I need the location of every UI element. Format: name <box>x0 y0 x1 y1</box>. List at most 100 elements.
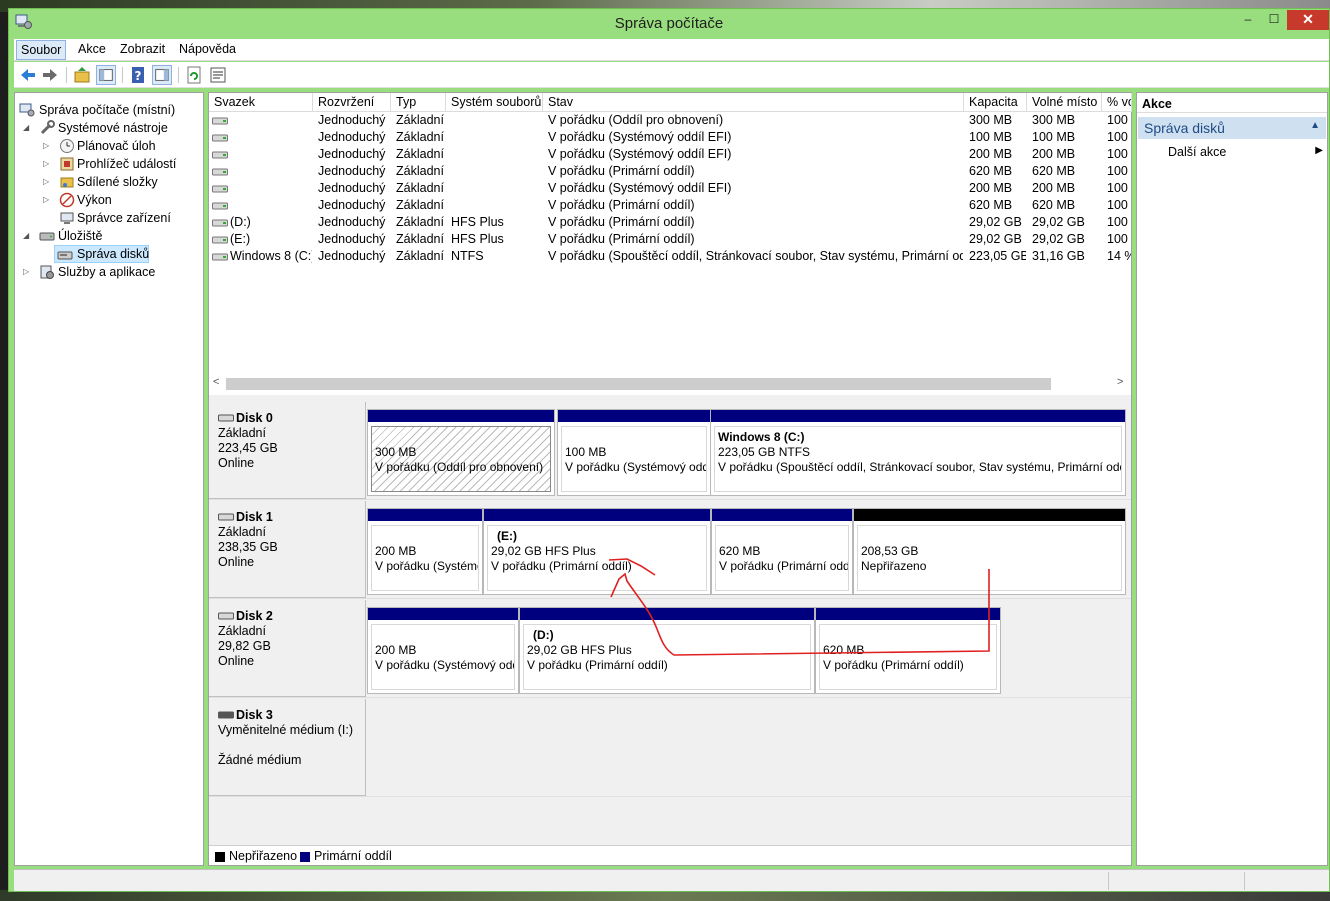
table-cell: 31,16 GB <box>1032 249 1085 263</box>
table-cell: Jednoduchý <box>318 181 386 195</box>
refresh-icon[interactable] <box>184 65 204 85</box>
expand-arrow-icon[interactable]: ▷ <box>43 191 49 209</box>
scrollbar-thumb[interactable] <box>226 378 1051 390</box>
partition-body: (D:) 29,02 GB HFS Plus V pořádku (Primární… <box>523 624 811 690</box>
partition[interactable]: 300 MB V pořádku (Oddíl pro obnovení) <box>367 409 555 496</box>
column-header[interactable]: Rozvržení <box>313 93 391 112</box>
partition[interactable]: 100 MBV pořádku (Systémový oddíl EFI) <box>557 409 711 496</box>
table-cell: 100 % <box>1107 232 1131 246</box>
table-row[interactable]: Jednoduchý Základní V pořádku (Primární od… <box>209 163 1131 180</box>
table-cell: Základní <box>396 164 444 178</box>
scroll-right-icon[interactable]: > <box>1117 376 1123 388</box>
disk-row: Disk 0 Základní 223,45 GB Online 300 MB V poř… <box>209 402 1131 500</box>
forward-arrow-icon[interactable] <box>40 65 60 85</box>
table-cell <box>230 163 312 180</box>
table-cell: Jednoduchý <box>318 249 386 263</box>
disk-label[interactable]: Disk 1 Základní 238,35 GB Online <box>209 501 366 598</box>
table-row[interactable]: Windows 8 (C:) Jednoduchý Základní NTFS V po… <box>209 248 1131 265</box>
actions-pane: Akce Správa disků ▲ Další akce ▶ <box>1136 92 1328 866</box>
partition-size: 200 MB <box>375 643 417 657</box>
toolbar-separator <box>178 67 179 83</box>
expand-arrow-icon[interactable]: ▷ <box>43 173 49 191</box>
disk-type: Základní <box>218 624 266 638</box>
collapse-up-icon[interactable]: ▲ <box>1310 120 1320 131</box>
partition[interactable]: (E:) 29,02 GB HFS Plus V pořádku (Primární… <box>483 508 711 595</box>
up-folder-icon[interactable] <box>72 65 92 85</box>
partition-type-bar <box>711 410 1125 422</box>
partition-status: V pořádku (Systémový oddíl EFI) <box>565 460 706 474</box>
table-cell: 620 MB <box>1032 164 1076 178</box>
table-cell: Základní <box>396 232 444 246</box>
show-console-tree-icon[interactable] <box>96 65 116 85</box>
maximize-button[interactable]: ☐ <box>1261 10 1287 30</box>
show-action-pane-icon[interactable] <box>152 65 172 85</box>
horizontal-scrollbar[interactable]: < > <box>209 375 1131 392</box>
column-header[interactable]: Typ <box>391 93 446 112</box>
menu-soubor[interactable]: Soubor <box>16 40 67 60</box>
volume-list: Svazek Rozvržení Typ Systém souborů Stav Kapa… <box>209 93 1132 395</box>
disk-name-text: Disk 0 <box>236 411 273 425</box>
disk-label[interactable]: Disk 0 Základní 223,45 GB Online <box>209 402 366 499</box>
partition-type-bar <box>368 410 554 422</box>
action-more-actions-label: Další akce <box>1168 145 1227 159</box>
column-header[interactable]: Kapacita <box>964 93 1027 112</box>
properties-icon[interactable] <box>208 65 228 85</box>
column-header[interactable]: % vo <box>1102 93 1132 112</box>
volume-icon <box>212 219 228 227</box>
actions-section-disk-management[interactable]: Správa disků ▲ <box>1138 117 1326 139</box>
partition-status: V pořádku (Primární oddíl) <box>491 559 632 573</box>
toolbar-separator <box>122 67 123 83</box>
column-header[interactable]: Stav <box>543 93 964 112</box>
table-cell: Základní <box>396 198 444 212</box>
table-row[interactable]: Jednoduchý Základní V pořádku (Primární od… <box>209 197 1131 214</box>
partition[interactable]: Windows 8 (C:) 223,05 GB NTFS V pořádku (S… <box>710 409 1126 496</box>
collapse-arrow-icon[interactable]: ◢ <box>23 119 29 137</box>
expand-arrow-icon[interactable]: ▷ <box>43 137 49 155</box>
tree-label-services: Služby a aplikace <box>58 265 156 279</box>
expand-arrow-icon[interactable]: ▷ <box>23 263 29 281</box>
partition[interactable]: 200 MBV pořádku (Systémový oddíl EFI) <box>367 607 519 694</box>
partition[interactable]: (D:) 29,02 GB HFS Plus V pořádku (Primární… <box>519 607 815 694</box>
menu-napoveda[interactable]: Nápověda <box>179 42 236 56</box>
table-row[interactable]: (E:) Jednoduchý Základní HFS Plus V pořádku … <box>209 231 1131 248</box>
collapse-arrow-icon[interactable]: ◢ <box>23 227 29 245</box>
scroll-left-icon[interactable]: < <box>213 376 219 388</box>
column-header[interactable]: Svazek <box>209 93 313 112</box>
volume-icon <box>212 134 228 142</box>
menu-akce[interactable]: Akce <box>78 42 106 56</box>
column-header[interactable]: Volné místo <box>1027 93 1102 112</box>
partition-title: Windows 8 (C:) <box>718 430 805 444</box>
volume-icon <box>212 185 228 193</box>
column-header[interactable]: Systém souborů <box>446 93 543 112</box>
expand-arrow-icon[interactable]: ▷ <box>43 155 49 173</box>
table-row[interactable]: Jednoduchý Základní V pořádku (Oddíl pro o… <box>209 112 1131 129</box>
partition-size: 620 MB <box>719 544 761 558</box>
table-row[interactable]: Jednoduchý Základní V pořádku (Systémový o… <box>209 146 1131 163</box>
table-row[interactable]: Jednoduchý Základní V pořádku (Systémový o… <box>209 129 1131 146</box>
disk-size: 223,45 GB <box>218 441 278 455</box>
table-row[interactable]: (D:) Jednoduchý Základní HFS Plus V pořádku … <box>209 214 1131 231</box>
disk-name: Disk 1 <box>218 510 273 524</box>
volume-icon <box>212 236 228 244</box>
partition[interactable]: 620 MB V pořádku (Primární oddíl) <box>815 607 1001 694</box>
table-cell: 300 MB <box>1032 113 1076 127</box>
partition[interactable]: 200 MBV pořádku (Systémový oddíl EFI) <box>367 508 483 595</box>
disk-label[interactable]: Disk 2 Základní 29,82 GB Online <box>209 600 366 697</box>
action-more-actions[interactable]: Další akce ▶ <box>1168 145 1323 159</box>
disk-icon <box>218 513 234 521</box>
back-arrow-icon[interactable] <box>18 65 38 85</box>
tree-item-disk-management[interactable]: Správa disků <box>54 245 149 263</box>
table-cell: Základní <box>396 249 444 263</box>
disk-label[interactable]: Disk 3 Vyměnitelné médium (I:) Žádné médiu… <box>209 699 366 796</box>
title-bar[interactable]: Správa počítače – ☐ ✕ <box>9 9 1329 39</box>
minimize-button[interactable]: – <box>1235 10 1261 30</box>
partition[interactable]: 208,53 GB Nepřiřazeno <box>853 508 1126 595</box>
menu-zobrazit[interactable]: Zobrazit <box>120 42 165 56</box>
disk-row: Disk 1 Základní 238,35 GB Online 200 MB V poř… <box>209 501 1131 599</box>
partition[interactable]: 620 MB V pořádku (Primární oddíl) <box>711 508 853 595</box>
legend: Nepřiřazeno Primární oddíl <box>209 845 1131 865</box>
disk-type: Základní <box>218 426 266 440</box>
help-icon[interactable]: ? <box>128 65 148 85</box>
table-row[interactable]: Jednoduchý Základní V pořádku (Systémový o… <box>209 180 1131 197</box>
close-button[interactable]: ✕ <box>1287 10 1329 30</box>
